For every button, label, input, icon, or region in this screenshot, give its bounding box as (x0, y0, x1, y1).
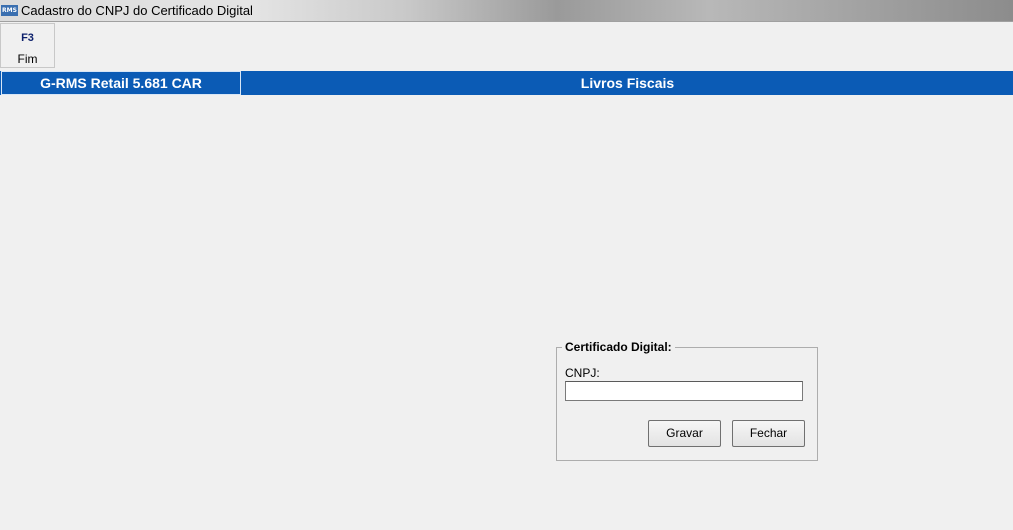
header-band: G-RMS Retail 5.681 CAR Livros Fiscais (0, 71, 1013, 95)
fechar-button[interactable]: Fechar (732, 420, 805, 447)
fim-label: Fim (17, 52, 38, 66)
cnpj-label: CNPJ: (565, 366, 600, 380)
group-title: Certificado Digital: (562, 340, 675, 354)
module-title: Livros Fiscais (580, 75, 675, 91)
cnpj-input[interactable] (565, 381, 803, 401)
product-version-label: G-RMS Retail 5.681 CAR (1, 71, 241, 95)
certificado-digital-group: Certificado Digital: CNPJ: Gravar Fechar (556, 340, 818, 461)
f3-fim-button[interactable]: F3 Fim (0, 23, 55, 68)
app-icon: RMS (1, 5, 18, 16)
window-title: Cadastro do CNPJ do Certificado Digital (21, 3, 253, 18)
f3-key-label: F3 (21, 32, 34, 44)
window-titlebar[interactable]: RMS Cadastro do CNPJ do Certificado Digi… (0, 0, 1013, 22)
gravar-button[interactable]: Gravar (648, 420, 721, 447)
